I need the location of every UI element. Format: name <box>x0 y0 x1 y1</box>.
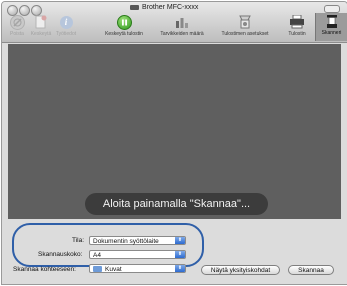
folder-icon <box>93 266 102 273</box>
window-title: Brother MFC-xxxx <box>130 4 198 11</box>
toolbar-printer-setup-button[interactable]: Tulostimen asetukset <box>214 14 276 37</box>
pause-icon <box>116 14 132 30</box>
printer-icon <box>282 14 312 30</box>
supply-levels-icon <box>153 14 211 30</box>
scan-size-select[interactable]: A4 ⬍ <box>89 250 186 259</box>
scan-target-select[interactable]: Kuvat ⬍ <box>89 264 186 273</box>
toolbar-toggle-button[interactable] <box>324 5 340 13</box>
mode-select[interactable]: Dokumentin syöttölaite ⬍ <box>89 236 186 245</box>
start-scan-message: Aloita painamalla "Skannaa"... <box>85 193 268 215</box>
toolbar-supply-levels-button[interactable]: Tarvikkeiden määrä <box>153 14 211 37</box>
select-arrows-icon: ⬍ <box>175 251 185 258</box>
scan-size-label: Skannauskoko: <box>38 251 83 258</box>
select-arrows-icon: ⬍ <box>175 237 185 244</box>
scanner-icon <box>316 13 347 29</box>
show-details-button[interactable]: Näytä yksityiskohdat <box>201 265 280 275</box>
select-arrows-icon: ⬍ <box>175 265 185 272</box>
info-icon: i <box>59 15 73 29</box>
title-bar: Brother MFC-xxxx Poista Keskeytä i Työti… <box>2 2 347 43</box>
toolbar-hold-button[interactable]: Keskeytä <box>29 14 53 37</box>
toolbar-printer-button[interactable]: Tulostin <box>282 14 312 37</box>
toolbar-info-button[interactable]: i Työtiedot <box>54 14 78 37</box>
hold-icon <box>29 14 53 30</box>
printer-icon <box>130 5 139 10</box>
toolbar-pause-printer-button[interactable]: Keskeytä tulostin <box>98 14 150 37</box>
toolbar-delete-button[interactable]: Poista <box>7 14 27 37</box>
print-queue-window: Brother MFC-xxxx Poista Keskeytä i Työti… <box>1 1 347 285</box>
mode-label: Tila: <box>72 237 85 244</box>
scan-button[interactable]: Skannaa <box>288 265 334 275</box>
printer-setup-icon <box>214 14 276 30</box>
toolbar-scanner-button[interactable]: Skanneri <box>315 13 347 41</box>
scan-target-label: Skannaa kohteeseen: <box>13 266 76 273</box>
delete-icon <box>9 14 25 30</box>
